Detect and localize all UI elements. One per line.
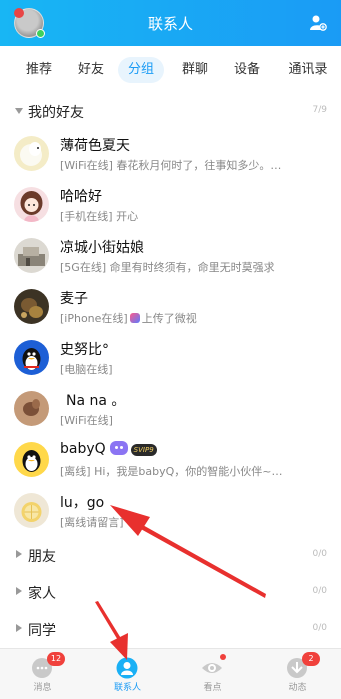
- kandian-eye-icon: [202, 663, 222, 673]
- contact-status-prefix: [iPhone在线]: [60, 312, 128, 325]
- group-count: 7/9: [312, 105, 327, 115]
- group-count: 0/0: [312, 623, 327, 633]
- tab-devices[interactable]: 设备: [224, 57, 270, 83]
- group-count: 0/0: [312, 549, 327, 559]
- group-count: 0/0: [312, 586, 327, 596]
- add-friend-icon[interactable]: [308, 13, 328, 33]
- contact-name: 史努比°: [60, 342, 109, 358]
- tab-group-chats[interactable]: 群聊: [172, 57, 218, 83]
- contact-status: [手机在线] 开心: [60, 210, 139, 223]
- contact-status: [离线] Hi，我是babyQ，你的智能小伙伴~…: [60, 465, 283, 478]
- contact-status: [iPhone在线] 上传了微视: [60, 310, 325, 326]
- contact-status: [WiFi在线] 春花秋月何时了，往事知多少。…: [60, 159, 282, 172]
- nav-contacts[interactable]: 联系人: [85, 649, 170, 699]
- contact-name: 凉城小街姑娘: [60, 240, 144, 256]
- new-content-dot: [220, 654, 226, 660]
- page-title: 联系人: [147, 15, 193, 33]
- expand-arrow-icon: [16, 587, 22, 595]
- contact-row[interactable]: 凉城小街姑娘 [5G在线] 命里有时终须有，命里无时莫强求: [0, 230, 341, 281]
- contact-status: [WiFi在线]: [60, 414, 113, 427]
- contact-row[interactable]: 薄荷色夏天 [WiFi在线] 春花秋月何时了，往事知多少。…: [0, 128, 341, 179]
- group-header-my-friends[interactable]: 我的好友 7/9: [0, 96, 341, 126]
- contact-row[interactable]: 麦子 [iPhone在线] 上传了微视: [0, 281, 341, 332]
- nav-label: 动态: [288, 683, 307, 693]
- group-header-friends[interactable]: 朋友 0/0: [0, 540, 341, 570]
- robot-icon: [109, 441, 128, 455]
- unread-badge: 12: [47, 652, 65, 666]
- tab-bar: 推荐 好友 分组 群聊 设备 通讯录: [0, 50, 341, 90]
- contact-avatar: [14, 442, 49, 477]
- contact-avatar: [14, 187, 49, 222]
- contact-row[interactable]: babyQ SVIP9 [离线] Hi，我是babyQ，你的智能小伙伴~…: [0, 434, 341, 485]
- group-header-family[interactable]: 家人 0/0: [0, 577, 341, 607]
- contact-name: Na na 。: [66, 393, 126, 409]
- nav-dynamic[interactable]: 2 动态: [255, 649, 340, 699]
- contact-row[interactable]: 史努比° [电脑在线]: [0, 332, 341, 383]
- contact-avatar: [14, 340, 49, 375]
- group-name: 家人: [28, 586, 56, 602]
- contact-avatar: [14, 493, 49, 528]
- contact-row[interactable]: Na na 。 [WiFi在线]: [0, 383, 341, 434]
- contact-avatar: [14, 136, 49, 171]
- contact-row[interactable]: lu，go [离线请留言]: [0, 485, 341, 536]
- expand-arrow-icon: [16, 624, 22, 632]
- contact-avatar: [14, 238, 49, 273]
- expand-arrow-icon: [16, 550, 22, 558]
- bottom-navigation: 12 消息 联系人 看点 2 动态: [0, 648, 341, 699]
- contact-name: babyQ SVIP9: [60, 441, 157, 457]
- contacts-icon: [116, 657, 138, 679]
- nav-label: 看点: [203, 683, 222, 693]
- group-name: 朋友: [28, 549, 56, 565]
- contact-status-text: 上传了微视: [141, 312, 197, 325]
- contact-status: [电脑在线]: [60, 363, 113, 376]
- nav-label: 联系人: [113, 683, 141, 693]
- vip-badge: SVIP9: [130, 444, 157, 456]
- tab-address-book[interactable]: 通讯录: [280, 57, 336, 83]
- group-header-classmates[interactable]: 同学 0/0: [0, 614, 341, 644]
- contact-status: [5G在线] 命里有时终须有，命里无时莫强求: [60, 261, 275, 274]
- contact-name-text: babyQ: [60, 441, 106, 457]
- nav-kandian[interactable]: 看点: [170, 649, 255, 699]
- weishi-icon: [129, 313, 140, 323]
- header-bar: 联系人: [0, 0, 341, 46]
- group-name: 同学: [28, 623, 56, 639]
- tab-friends[interactable]: 好友: [68, 57, 114, 83]
- contact-avatar: [14, 289, 49, 324]
- contact-name: 麦子: [60, 291, 88, 307]
- contact-name: 哈哈好: [60, 189, 102, 205]
- contact-name: lu，go: [60, 495, 105, 511]
- contact-name: 薄荷色夏天: [60, 138, 130, 154]
- nav-messages[interactable]: 12 消息: [0, 649, 85, 699]
- tab-groups[interactable]: 分组: [118, 57, 164, 83]
- contact-status: [离线请留言]: [60, 516, 124, 529]
- nav-label: 消息: [33, 683, 52, 693]
- contact-row[interactable]: 哈哈好 [手机在线] 开心: [0, 179, 341, 230]
- collapse-arrow-icon: [15, 108, 23, 114]
- tab-recommend[interactable]: 推荐: [16, 57, 62, 83]
- group-name: 我的好友: [28, 105, 84, 121]
- unread-badge: 2: [302, 652, 320, 666]
- contact-avatar: [14, 391, 49, 426]
